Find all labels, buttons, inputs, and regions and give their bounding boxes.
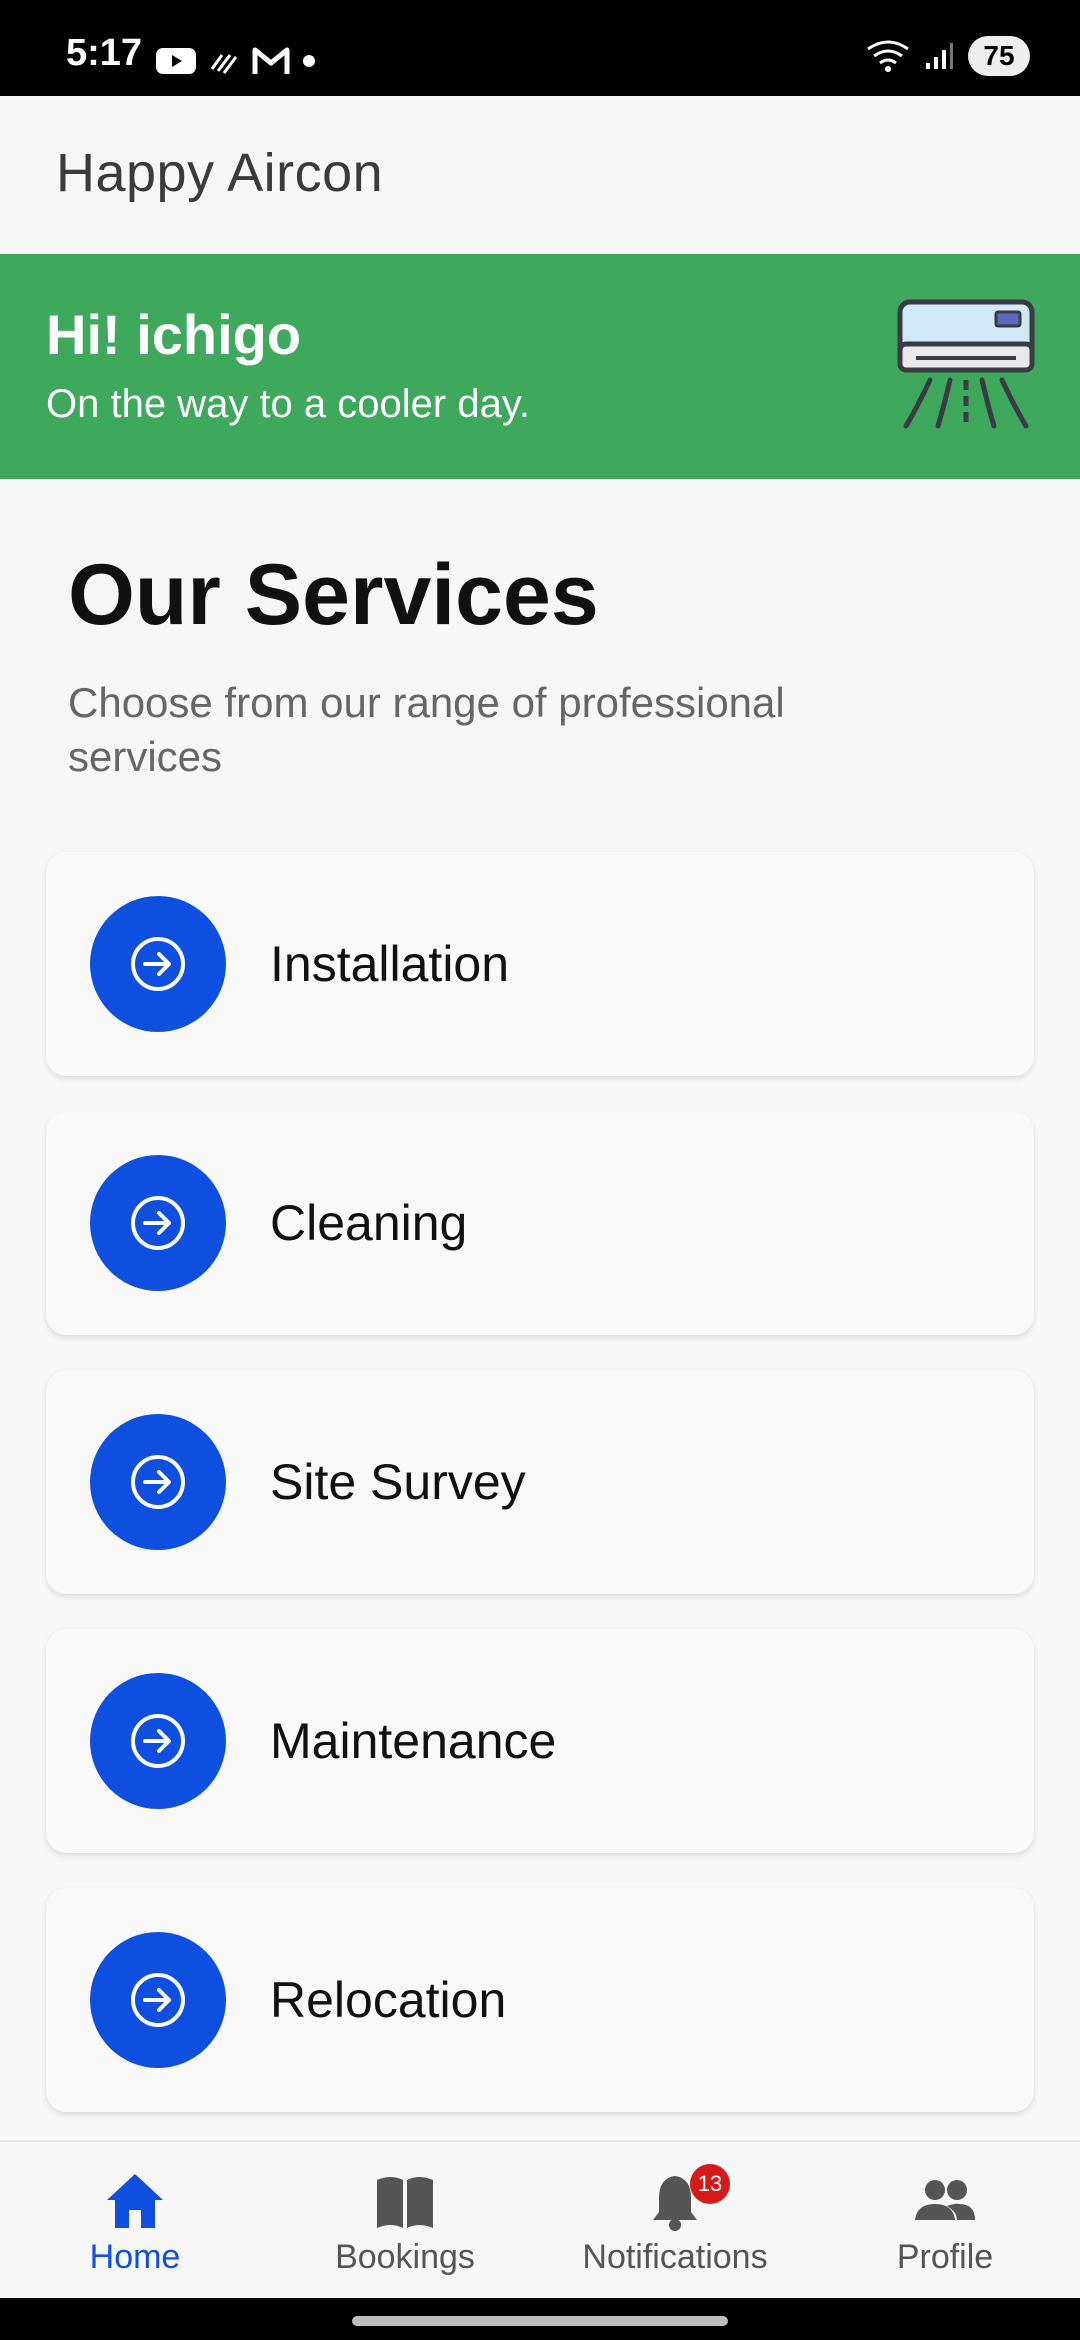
arrow-right-circle-icon xyxy=(131,1714,185,1768)
battery-indicator: 75 xyxy=(968,36,1030,76)
home-icon xyxy=(107,2174,163,2228)
greeting-banner: Hi! ichigo On the way to a cooler day. xyxy=(0,254,1080,479)
arrow-right-circle-icon xyxy=(131,1973,185,2027)
service-label: Installation xyxy=(270,936,510,992)
services-subtitle: Choose from our range of professional se… xyxy=(68,679,785,780)
service-card-installation[interactable]: Installation xyxy=(46,852,1034,1076)
arrow-right-circle-icon xyxy=(131,937,185,991)
nav-item-profile[interactable]: Profile xyxy=(810,2170,1080,2290)
greeting-text: Hi! ichigo xyxy=(46,303,302,366)
book-icon xyxy=(377,2177,433,2228)
signal-lines-icon xyxy=(210,54,238,74)
nav-label: Notifications xyxy=(582,2238,768,2276)
services-title: Our Services xyxy=(68,547,599,643)
service-card-site-survey[interactable]: Site Survey xyxy=(46,1370,1034,1594)
service-card-cleaning[interactable]: Cleaning xyxy=(46,1111,1034,1335)
service-icon-badge xyxy=(90,1932,226,2068)
bottom-navigation: Home Bookings 13 Notifications Profile xyxy=(0,2140,1080,2300)
arrow-right-circle-icon xyxy=(131,1196,185,1250)
greeting-subtitle: On the way to a cooler day. xyxy=(46,382,530,426)
app-title: Happy Aircon xyxy=(56,143,384,203)
nav-item-notifications[interactable]: 13 Notifications xyxy=(540,2164,810,2290)
cellular-signal-icon xyxy=(926,43,953,69)
app-bar: Happy Aircon xyxy=(0,96,1080,254)
youtube-icon xyxy=(156,48,196,74)
status-icons-right: 75 xyxy=(866,36,1030,76)
dot-icon xyxy=(303,55,315,67)
service-icon-badge xyxy=(90,896,226,1032)
service-label: Maintenance xyxy=(270,1713,557,1769)
service-icon-badge xyxy=(90,1155,226,1291)
status-bar: 5:17 75 xyxy=(0,0,1080,96)
service-label: Relocation xyxy=(270,1972,507,2028)
nav-item-home[interactable]: Home xyxy=(0,2170,270,2290)
status-time: 5:17 xyxy=(66,32,143,74)
service-card-relocation[interactable]: Relocation xyxy=(46,1888,1034,2112)
service-icon-badge xyxy=(90,1414,226,1550)
wifi-icon xyxy=(867,40,909,72)
service-card-maintenance[interactable]: Maintenance xyxy=(46,1629,1034,1853)
nav-label: Home xyxy=(89,2238,181,2276)
service-list: Installation Cleaning Site Survey Mainte… xyxy=(46,852,1034,2147)
service-label: Cleaning xyxy=(270,1195,468,1251)
gmail-icon xyxy=(252,47,290,74)
nav-label: Profile xyxy=(896,2238,994,2276)
service-label: Site Survey xyxy=(270,1454,526,1510)
nav-label: Bookings xyxy=(335,2238,475,2276)
gesture-bar xyxy=(0,2298,1080,2340)
air-conditioner-icon xyxy=(897,299,1035,429)
people-icon xyxy=(915,2180,975,2220)
battery-level: 75 xyxy=(983,40,1015,71)
service-icon-badge xyxy=(90,1673,226,1809)
notification-badge: 13 xyxy=(690,2164,730,2204)
status-icons-left xyxy=(156,38,316,84)
nav-item-bookings[interactable]: Bookings xyxy=(270,2170,540,2290)
arrow-right-circle-icon xyxy=(131,1455,185,1509)
gesture-handle[interactable] xyxy=(352,2316,728,2326)
